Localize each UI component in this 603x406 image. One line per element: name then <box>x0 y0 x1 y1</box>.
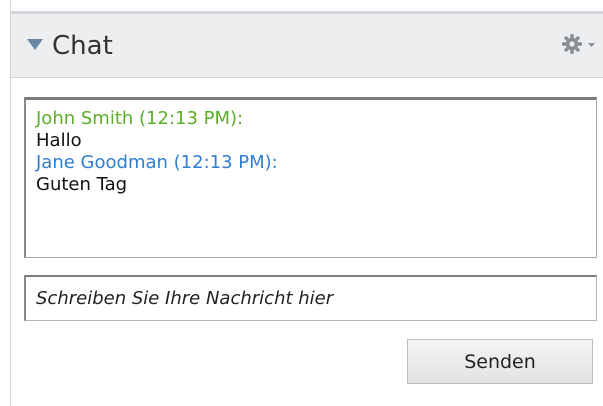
message-sender: Jane Goodman (12:13 PM): <box>36 152 278 173</box>
chevron-down-icon <box>588 43 595 47</box>
message-input-placeholder: Schreiben Sie Ihre Nachricht hier <box>36 288 334 309</box>
send-button[interactable]: Senden <box>407 339 593 384</box>
chat-panel-header[interactable]: Chat <box>11 11 603 78</box>
message-text: Guten Tag <box>36 174 128 195</box>
message-input[interactable]: Schreiben Sie Ihre Nachricht hier <box>24 275 597 321</box>
gear-icon <box>562 34 595 54</box>
message-sender: John Smith (12:13 PM): <box>36 108 244 129</box>
collapse-triangle-icon[interactable] <box>27 39 43 50</box>
panel-title: Chat <box>52 31 113 61</box>
message-text: Hallo <box>36 130 82 151</box>
panel-top-strip <box>11 0 603 11</box>
chat-message-log[interactable]: John Smith (12:13 PM): Hallo Jane Goodma… <box>24 97 597 258</box>
chat-panel: Chat John Smith (12:13 PM): Hallo Jane G… <box>10 0 603 406</box>
settings-dropdown-button[interactable] <box>559 31 599 59</box>
